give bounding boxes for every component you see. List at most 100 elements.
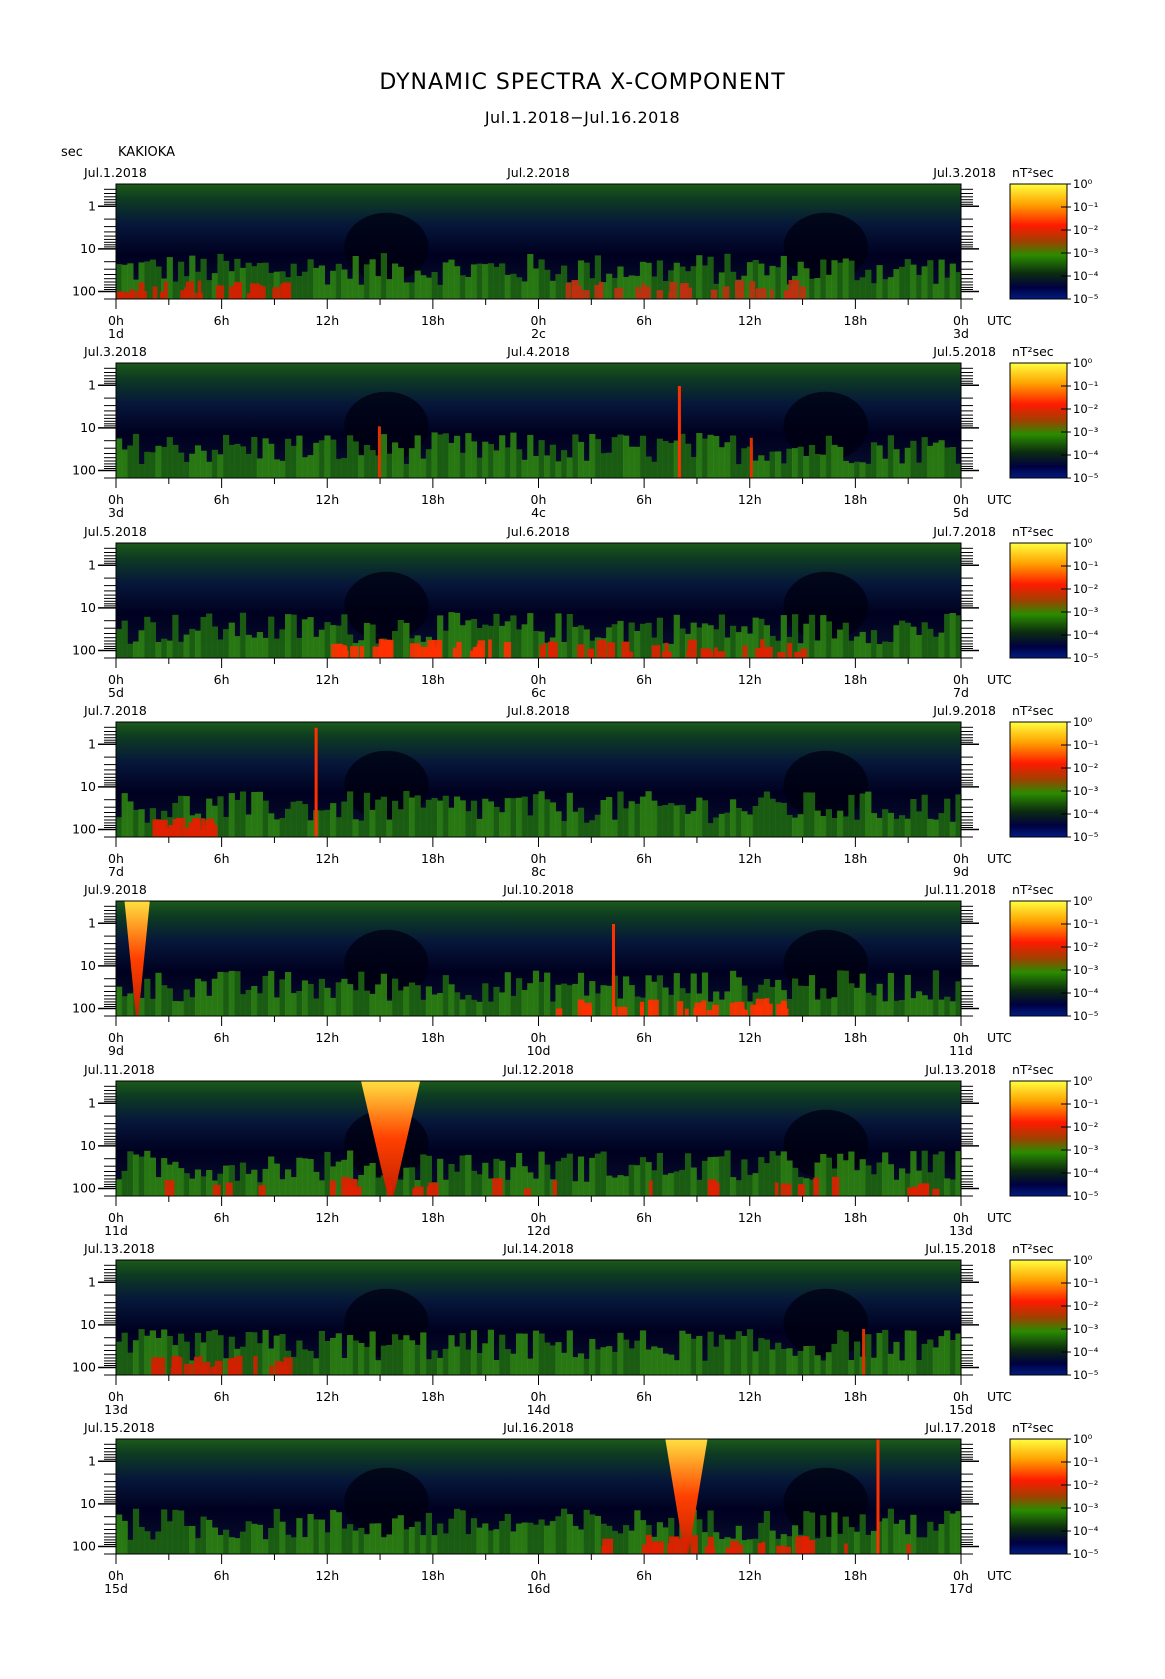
- power-column: [420, 999, 427, 1016]
- panel-left-date: Jul.7.2018: [83, 703, 147, 718]
- power-burst: [813, 1177, 819, 1196]
- power-column: [718, 813, 725, 837]
- power-column: [172, 1001, 179, 1016]
- x-tick-label: 12h: [315, 1568, 339, 1583]
- power-column: [138, 809, 145, 837]
- power-burst: [797, 1184, 805, 1196]
- power-column: [268, 443, 275, 478]
- power-column: [701, 265, 709, 299]
- power-column: [465, 1534, 472, 1554]
- power-column: [324, 1151, 331, 1196]
- power-column: [752, 1351, 759, 1375]
- power-column: [746, 1174, 754, 1196]
- colorbar-label: nT²sec: [1012, 1241, 1054, 1256]
- day-label: 9d: [953, 864, 969, 879]
- power-column: [155, 1177, 162, 1196]
- power-column: [313, 442, 320, 478]
- power-column: [245, 814, 252, 837]
- power-column: [307, 1350, 314, 1375]
- colorbar-tick-label: 10⁻³: [1073, 246, 1099, 260]
- power-column: [504, 1513, 511, 1554]
- power-column: [645, 1349, 652, 1375]
- power-column: [465, 811, 472, 837]
- power-column: [741, 1159, 748, 1196]
- panel-right-date: Jul.3.2018: [932, 165, 996, 180]
- power-column: [899, 1000, 906, 1016]
- power-column: [307, 820, 314, 837]
- power-column: [335, 1512, 342, 1554]
- colorbar-tick-label: 10⁰: [1073, 1432, 1093, 1446]
- power-column: [144, 616, 151, 658]
- power-column: [194, 1169, 202, 1196]
- power-column: [944, 277, 951, 299]
- power-spike: [314, 727, 318, 838]
- y-tick-label: 1: [88, 377, 96, 392]
- power-burst: [714, 647, 718, 658]
- power-column: [938, 999, 945, 1016]
- power-column: [386, 453, 393, 478]
- power-burst: [617, 1006, 628, 1016]
- power-column: [915, 274, 923, 299]
- power-column: [178, 641, 185, 658]
- power-column: [679, 628, 686, 658]
- power-column: [876, 1162, 883, 1196]
- power-column: [572, 1181, 579, 1196]
- power-column: [516, 1333, 523, 1375]
- x-unit-label: UTC: [987, 851, 1012, 866]
- power-column: [521, 990, 528, 1016]
- power-column: [752, 460, 759, 478]
- power-burst: [801, 1536, 808, 1554]
- x-tick-label: 12h: [315, 313, 339, 328]
- power-column: [808, 792, 816, 837]
- power-column: [386, 1000, 393, 1016]
- power-column: [341, 978, 348, 1016]
- power-burst: [492, 1178, 503, 1196]
- power-column: [572, 811, 579, 837]
- power-column: [792, 817, 799, 837]
- y-tick-label: 10: [80, 1496, 96, 1511]
- power-column: [200, 1516, 207, 1554]
- power-burst: [456, 641, 462, 658]
- power-column: [465, 277, 472, 299]
- power-column: [544, 1342, 551, 1375]
- power-column: [583, 822, 590, 837]
- power-burst: [678, 1538, 688, 1554]
- colorbar: [1009, 1080, 1068, 1197]
- power-column: [814, 1538, 821, 1554]
- power-burst: [206, 818, 214, 837]
- power-column: [904, 818, 911, 837]
- power-burst: [651, 645, 661, 658]
- power-column: [746, 1539, 754, 1554]
- power-column: [775, 802, 782, 837]
- panel-mid-date: Jul.14.2018: [502, 1241, 574, 1256]
- power-column: [825, 1352, 832, 1375]
- power-column: [730, 625, 737, 658]
- power-column: [915, 991, 923, 1016]
- y-tick-label: 100: [72, 1180, 96, 1195]
- day-label: 17d: [949, 1581, 973, 1596]
- power-column: [611, 1177, 618, 1196]
- power-column: [223, 1529, 230, 1554]
- power-column: [392, 1334, 399, 1375]
- power-column: [848, 463, 855, 478]
- power-column: [245, 1332, 252, 1375]
- panel-right-date: Jul.15.2018: [924, 1241, 996, 1256]
- power-burst: [214, 1360, 223, 1375]
- power-column: [696, 255, 703, 299]
- power-column: [685, 1333, 692, 1375]
- power-column: [842, 460, 849, 478]
- power-column: [251, 986, 258, 1016]
- power-column: [375, 1360, 382, 1375]
- power-burst: [741, 1009, 746, 1016]
- power-column: [713, 436, 720, 478]
- colorbar-tick-label: 10⁻⁵: [1073, 1547, 1099, 1561]
- power-burst: [550, 641, 555, 658]
- power-column: [363, 990, 371, 1016]
- power-column: [499, 435, 506, 478]
- power-burst: [152, 819, 159, 837]
- power-burst: [233, 281, 242, 299]
- colorbar-tick-label: 10⁰: [1073, 715, 1093, 729]
- power-column: [685, 443, 692, 478]
- power-column: [442, 975, 449, 1016]
- power-column: [442, 262, 449, 299]
